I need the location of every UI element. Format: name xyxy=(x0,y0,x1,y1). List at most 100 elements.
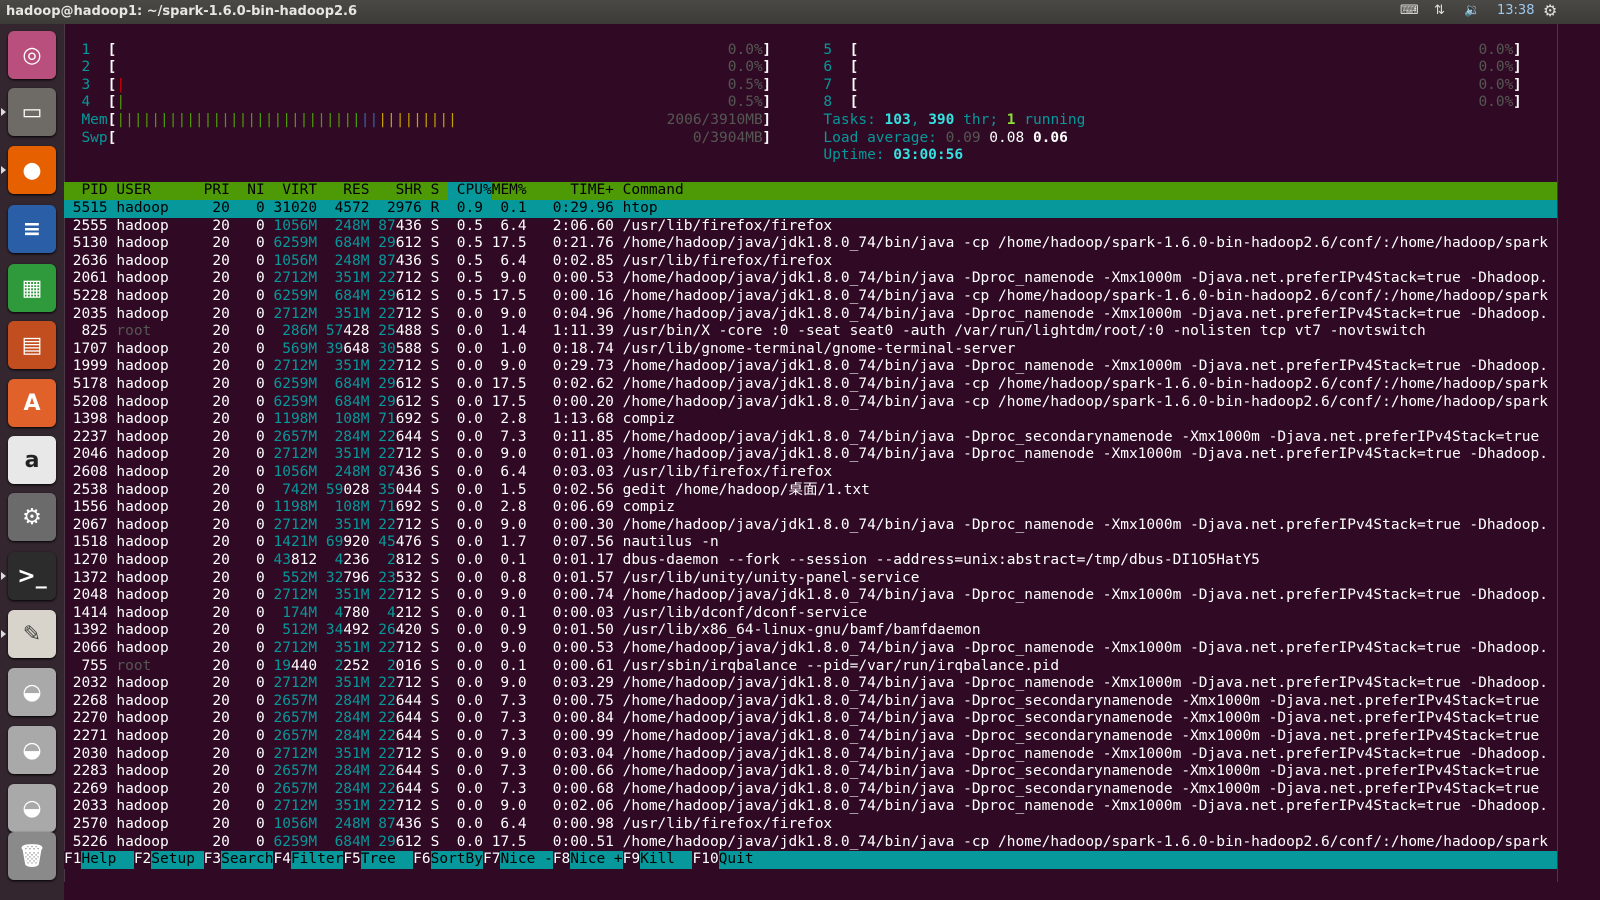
function-key-label[interactable]: Quit xyxy=(718,851,754,869)
process-row[interactable]: 2067 hadoop 20 0 2712M 351M 22712 S 0.0 9.0 0:00.3… xyxy=(64,517,1557,535)
launcher-terminal[interactable]: >_ xyxy=(8,552,56,600)
command: compiz xyxy=(622,411,676,428)
process-row[interactable]: 2066 hadoop 20 0 2712M 351M 22712 S 0.0 9.0 0:00.5… xyxy=(64,640,1557,658)
function-key-label[interactable]: Kill xyxy=(640,851,693,869)
function-key-label[interactable]: Setup xyxy=(151,851,204,869)
column-header-time[interactable]: TIME+ xyxy=(535,182,614,200)
launcher-software-center[interactable]: A xyxy=(8,379,56,427)
function-key-f1[interactable]: F1 xyxy=(64,851,82,869)
process-row[interactable]: 2538 hadoop 20 0 742M 59028 35044 S 0.0 1.5 0:02.5… xyxy=(64,482,1557,500)
process-row[interactable]: 2046 hadoop 20 0 2712M 351M 22712 S 0.0 9.0 0:01.0… xyxy=(64,446,1557,464)
launcher-amazon[interactable]: a xyxy=(8,436,56,484)
launcher-libreoffice-writer[interactable]: ≡ xyxy=(8,205,56,253)
nice: 0 xyxy=(256,252,265,269)
launcher-libreoffice-calc[interactable]: ▦ xyxy=(8,264,56,312)
function-key-label[interactable]: Help xyxy=(81,851,134,869)
function-key-label[interactable]: Filter xyxy=(290,851,344,869)
column-header-s[interactable]: S xyxy=(431,182,440,200)
process-row[interactable]: 5226 hadoop 20 0 6259M 684M 29612 S 0.0 17.5 0:00.… xyxy=(64,834,1557,852)
process-row[interactable]: 2061 hadoop 20 0 2712M 351M 22712 S 0.5 9.0 0:00.5… xyxy=(64,270,1557,288)
process-row[interactable]: 2268 hadoop 20 0 2657M 284M 22644 S 0.0 7.3 0:00.7… xyxy=(64,693,1557,711)
process-row[interactable]: 2035 hadoop 20 0 2712M 351M 22712 S 0.0 9.0 0:04.9… xyxy=(64,306,1557,324)
function-key-f7[interactable]: F7 xyxy=(482,851,501,869)
process-row[interactable]: 2270 hadoop 20 0 2657M 284M 22644 S 0.0 7.3 0:00.8… xyxy=(64,710,1557,728)
function-key-label[interactable]: Nice - xyxy=(500,851,553,869)
function-key-f8[interactable]: F8 xyxy=(552,851,571,869)
launcher-disk-1[interactable]: ◒ xyxy=(8,668,56,716)
process-row[interactable]: 1999 hadoop 20 0 2712M 351M 22712 S 0.0 9.0 0:29.7… xyxy=(64,358,1557,376)
process-row[interactable]: 2570 hadoop 20 0 1056M 248M 87436 S 0.0 6.4 0:00.9… xyxy=(64,816,1557,834)
launcher-disk-2[interactable]: ◒ xyxy=(8,726,56,774)
digits-thousands: 30 xyxy=(378,340,396,357)
mem-percent: 9.0 xyxy=(500,446,527,463)
virt: 2712M xyxy=(273,675,318,692)
process-row[interactable]: 2269 hadoop 20 0 2657M 284M 22644 S 0.0 7.3 0:00.6… xyxy=(64,781,1557,799)
process-row[interactable]: 2271 hadoop 20 0 2657M 284M 22644 S 0.0 7.3 0:00.9… xyxy=(64,728,1557,746)
launcher-libreoffice-impress[interactable]: ▤ xyxy=(8,321,56,369)
process-row[interactable]: 5178 hadoop 20 0 6259M 684M 29612 S 0.0 17.5 0:02.… xyxy=(64,376,1557,394)
column-header-command[interactable]: Command xyxy=(623,182,684,200)
process-row[interactable]: 825 root 20 0 286M 57428 25488 S 0.0 1.4 1:11.39/u… xyxy=(64,323,1557,341)
function-key-f6[interactable]: F6 xyxy=(413,851,431,869)
launcher-text-editor[interactable]: ✎ xyxy=(8,610,56,658)
process-row[interactable]: 1398 hadoop 20 0 1198M 108M 71692 S 0.0 2.8 1:13.6… xyxy=(64,411,1557,429)
process-row[interactable]: 5228 hadoop 20 0 6259M 684M 29612 S 0.5 17.5 0:00.… xyxy=(64,288,1557,306)
column-header-pid[interactable]: PID xyxy=(64,182,107,200)
process-row[interactable]: 2048 hadoop 20 0 2712M 351M 22712 S 0.0 9.0 0:00.7… xyxy=(64,587,1557,605)
function-key-label[interactable]: Tree xyxy=(360,851,414,869)
process-row[interactable]: 1707 hadoop 20 0 569M 39648 30588 S 0.0 1.0 0:18.7… xyxy=(64,341,1557,359)
htop-terminal[interactable]: 1[0.0%] 2[0.0%] 3[| 0.5%] 4[| 0.5%] 5[0.0%] 6[0… xyxy=(64,24,1557,882)
time: 0:00.99 xyxy=(552,728,614,744)
function-key-f4[interactable]: F4 xyxy=(273,851,291,869)
keyboard-icon[interactable]: ⌨ xyxy=(1400,3,1419,18)
launcher-disk-3[interactable]: ◒ xyxy=(8,784,56,832)
launcher-files[interactable]: ▭ xyxy=(8,88,56,136)
process-row[interactable]: 2283 hadoop 20 0 2657M 284M 22644 S 0.0 7.3 0:00.6… xyxy=(64,763,1557,781)
network-icon[interactable]: ⇅ xyxy=(1434,3,1445,18)
process-row[interactable]: 1372 hadoop 20 0 552M 32796 23532 S 0.0 0.8 0:01.5… xyxy=(64,570,1557,588)
process-row[interactable]: 5130 hadoop 20 0 6259M 684M 29612 S 0.5 17.5 0:21.… xyxy=(64,235,1557,253)
column-header-user[interactable]: USER xyxy=(116,182,195,200)
digits-thousands: 22 xyxy=(378,358,396,375)
function-key-label[interactable]: SortBy xyxy=(430,851,483,869)
launcher-system-settings[interactable]: ⚙ xyxy=(8,493,56,541)
column-header-pri[interactable]: PRI xyxy=(204,182,230,200)
terminal-scrollbar[interactable] xyxy=(1557,24,1569,882)
column-header-ni[interactable]: NI xyxy=(239,182,264,200)
column-header-mem[interactable]: MEM% xyxy=(492,182,527,200)
gear-icon[interactable]: ⚙ xyxy=(1543,1,1557,20)
function-key-f2[interactable]: F2 xyxy=(133,851,152,869)
function-key-f9[interactable]: F9 xyxy=(622,851,641,869)
process-row[interactable]: 2033 hadoop 20 0 2712M 351M 22712 S 0.0 9.0 0:02.0… xyxy=(64,798,1557,816)
process-row[interactable]: 1270 hadoop 20 0 43812 4236 2812 S 0.0 0.1 0:01.17… xyxy=(64,552,1557,570)
launcher-firefox[interactable]: ● xyxy=(8,146,56,194)
process-row[interactable]: 2608 hadoop 20 0 1056M 248M 87436 S 0.0 6.4 0:03.0… xyxy=(64,464,1557,482)
process-row[interactable]: 2636 hadoop 20 0 1056M 248M 87436 S 0.5 6.4 0:02.8… xyxy=(64,253,1557,271)
process-row[interactable]: 2032 hadoop 20 0 2712M 351M 22712 S 0.0 9.0 0:03.2… xyxy=(64,675,1557,693)
launcher-ubuntu-dash[interactable]: ◎ xyxy=(8,31,56,79)
process-row[interactable]: 1556 hadoop 20 0 1198M 108M 71692 S 0.0 2.8 0:06.6… xyxy=(64,499,1557,517)
column-header-res[interactable]: RES xyxy=(326,182,369,200)
process-row[interactable]: 755 root 20 0 19440 2252 2016 S 0.0 0.1 0:00.61/us… xyxy=(64,658,1557,676)
function-key-f10[interactable]: F10 xyxy=(692,851,719,869)
function-key-label[interactable]: Nice + xyxy=(570,851,623,869)
function-key-f3[interactable]: F3 xyxy=(203,851,222,869)
clock[interactable]: 13:38 xyxy=(1497,3,1534,18)
command: /usr/lib/dconf/dconf-service xyxy=(622,604,868,621)
function-key-f5[interactable]: F5 xyxy=(343,851,361,869)
process-row[interactable]: 2555 hadoop 20 0 1056M 248M 87436 S 0.5 6.4 2:06.6… xyxy=(64,218,1557,236)
volume-icon[interactable]: 🔉 xyxy=(1464,3,1480,18)
process-row[interactable]: 1392 hadoop 20 0 512M 34492 26420 S 0.0 0.9 0:01.5… xyxy=(64,622,1557,640)
process-row[interactable]: 5515 hadoop 20 0 31020 4572 2976 R 0.9 0.1 0:29.96… xyxy=(64,200,1557,218)
process-row[interactable]: 2237 hadoop 20 0 2657M 284M 22644 S 0.0 7.3 0:11.8… xyxy=(64,429,1557,447)
column-header-cpu[interactable]: CPU% xyxy=(448,182,492,200)
function-key-label[interactable]: Search xyxy=(221,851,274,869)
column-header-virt[interactable]: VIRT xyxy=(273,182,317,200)
process-row[interactable]: 2030 hadoop 20 0 2712M 351M 22712 S 0.0 9.0 0:03.0… xyxy=(64,746,1557,764)
process-row[interactable]: 1518 hadoop 20 0 1421M 69920 45476 S 0.0 1.7 0:07.… xyxy=(64,534,1557,552)
process-row[interactable]: 5208 hadoop 20 0 6259M 684M 29612 S 0.0 17.5 0:00.… xyxy=(64,394,1557,412)
process-row[interactable]: 1414 hadoop 20 0 174M 4780 4212 S 0.0 0.1 0:00.03 /… xyxy=(64,605,1557,623)
launcher-trash[interactable]: 🗑 xyxy=(8,832,56,880)
column-header-shr[interactable]: SHR xyxy=(378,182,422,200)
meter-bracket-close: ] xyxy=(1513,59,1522,76)
